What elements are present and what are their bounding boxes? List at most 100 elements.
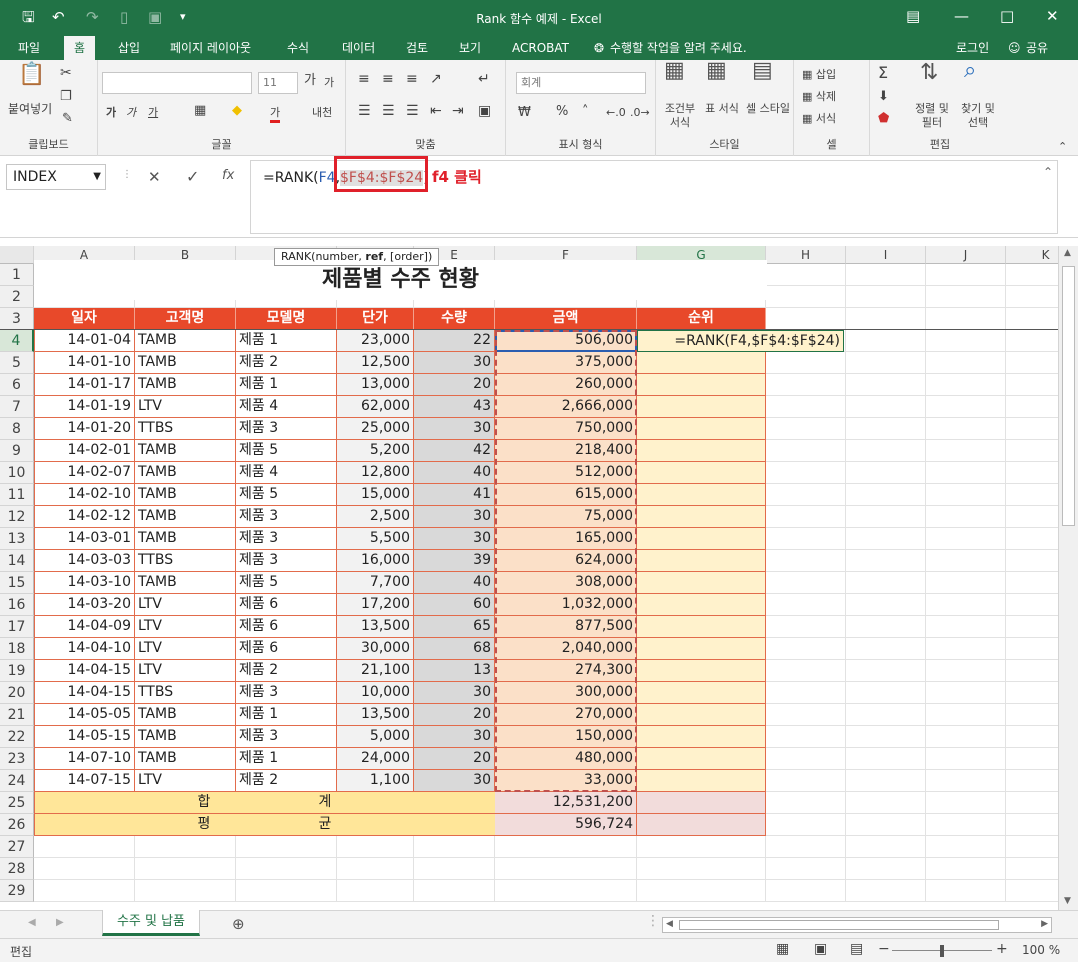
format-as-table-button[interactable]: 표 서식: [702, 102, 742, 116]
tab-acrobat[interactable]: ACROBAT: [512, 39, 569, 57]
table-cell[interactable]: 30: [414, 726, 495, 748]
table-cell[interactable]: 14-02-01: [34, 440, 135, 462]
row-header[interactable]: 22: [0, 726, 34, 748]
table-cell[interactable]: 30: [414, 506, 495, 528]
table-cell[interactable]: 62,000: [337, 396, 414, 418]
rank-cell[interactable]: [637, 506, 766, 528]
rank-cell[interactable]: [637, 374, 766, 396]
row-header[interactable]: 3: [0, 308, 34, 330]
row-header[interactable]: 6: [0, 374, 34, 396]
table-cell[interactable]: 제품 6: [236, 594, 337, 616]
rank-cell[interactable]: [637, 594, 766, 616]
number-format-box[interactable]: 회계: [516, 72, 646, 94]
table-cell[interactable]: TAMB: [135, 748, 236, 770]
collapse-ribbon-icon[interactable]: ⌃: [1058, 140, 1067, 154]
table-header-cell[interactable]: 순위: [637, 308, 766, 330]
table-cell[interactable]: 제품 3: [236, 550, 337, 572]
row-header[interactable]: 7: [0, 396, 34, 418]
table-cell[interactable]: 제품 2: [236, 352, 337, 374]
table-cell[interactable]: TAMB: [135, 352, 236, 374]
merge-center-icon[interactable]: ▣: [478, 104, 491, 118]
table-cell[interactable]: 23,000: [337, 330, 414, 352]
tab-insert[interactable]: 삽입: [118, 39, 140, 57]
table-cell[interactable]: 14-07-10: [34, 748, 135, 770]
row-header[interactable]: 21: [0, 704, 34, 726]
table-cell[interactable]: 2,500: [337, 506, 414, 528]
copy-icon[interactable]: ❐: [60, 90, 72, 104]
find-select-button[interactable]: 찾기 및 선택: [956, 102, 1000, 130]
row-header[interactable]: 26: [0, 814, 34, 836]
table-cell[interactable]: 21,100: [337, 660, 414, 682]
row-header[interactable]: 14: [0, 550, 34, 572]
close-icon[interactable]: ✕: [1046, 6, 1059, 26]
table-cell[interactable]: 41: [414, 484, 495, 506]
maximize-icon[interactable]: □: [1000, 6, 1014, 26]
table-cell[interactable]: 14-03-10: [34, 572, 135, 594]
row-header[interactable]: 20: [0, 682, 34, 704]
table-cell[interactable]: TAMB: [135, 374, 236, 396]
format-cells-button[interactable]: ▦ 서식: [802, 112, 836, 126]
summary-rank-cell[interactable]: [637, 814, 766, 836]
align-right-icon[interactable]: ☰: [406, 104, 419, 118]
cell-styles-icon[interactable]: ▤: [752, 60, 773, 82]
shrink-font-button[interactable]: 가: [324, 76, 334, 90]
table-cell[interactable]: 40: [414, 462, 495, 484]
table-header-cell[interactable]: 수량: [414, 308, 495, 330]
table-cell[interactable]: 30: [414, 418, 495, 440]
table-cell[interactable]: 14-03-03: [34, 550, 135, 572]
table-cell[interactable]: 제품 3: [236, 528, 337, 550]
table-cell[interactable]: 13: [414, 660, 495, 682]
row-header[interactable]: 19: [0, 660, 34, 682]
row-header[interactable]: 28: [0, 858, 34, 880]
insert-cells-button[interactable]: ▦ 삽입: [802, 68, 836, 82]
align-middle-icon[interactable]: ≡: [382, 72, 394, 86]
table-cell[interactable]: TAMB: [135, 704, 236, 726]
rank-cell[interactable]: [637, 638, 766, 660]
decrease-decimal-icon[interactable]: .0→: [630, 106, 650, 120]
table-cell[interactable]: 제품 3: [236, 506, 337, 528]
rank-cell[interactable]: [637, 440, 766, 462]
add-sheet-icon[interactable]: ⊕: [232, 915, 245, 933]
rank-cell[interactable]: [637, 682, 766, 704]
tab-view[interactable]: 보기: [459, 39, 481, 57]
table-cell[interactable]: 15,000: [337, 484, 414, 506]
normal-view-icon[interactable]: ▦: [776, 941, 789, 957]
row-header[interactable]: 2: [0, 286, 34, 308]
table-cell[interactable]: 13,500: [337, 616, 414, 638]
column-header[interactable]: K: [1006, 246, 1058, 264]
table-header-cell[interactable]: 모델명: [236, 308, 337, 330]
table-header-cell[interactable]: 금액: [495, 308, 637, 330]
column-header[interactable]: I: [846, 246, 926, 264]
table-cell[interactable]: TAMB: [135, 506, 236, 528]
font-color-button[interactable]: 가: [270, 106, 281, 123]
table-cell[interactable]: LTV: [135, 594, 236, 616]
autosum-icon[interactable]: Σ: [878, 65, 888, 81]
row-header[interactable]: 29: [0, 880, 34, 902]
table-cell[interactable]: TAMB: [135, 462, 236, 484]
table-cell[interactable]: 25,000: [337, 418, 414, 440]
row-header[interactable]: 13: [0, 528, 34, 550]
table-cell[interactable]: 14-01-04: [34, 330, 135, 352]
cut-icon[interactable]: ✂: [60, 66, 72, 80]
zoom-out-icon[interactable]: −: [878, 941, 890, 957]
format-table-icon[interactable]: ▦: [706, 60, 727, 82]
rank-cell[interactable]: [637, 616, 766, 638]
table-cell[interactable]: 5,000: [337, 726, 414, 748]
table-cell[interactable]: 30: [414, 528, 495, 550]
select-all-corner[interactable]: [0, 246, 34, 264]
table-cell[interactable]: 14-04-09: [34, 616, 135, 638]
table-cell[interactable]: 14-02-07: [34, 462, 135, 484]
share-button[interactable]: 공유: [1026, 39, 1048, 57]
align-top-icon[interactable]: ≡: [358, 72, 370, 86]
row-header[interactable]: 11: [0, 484, 34, 506]
table-cell[interactable]: 14-07-15: [34, 770, 135, 792]
table-cell[interactable]: TAMB: [135, 484, 236, 506]
table-cell[interactable]: 제품 4: [236, 396, 337, 418]
table-cell[interactable]: 20: [414, 704, 495, 726]
tab-review[interactable]: 검토: [406, 39, 428, 57]
conditional-format-button[interactable]: 조건부 서식: [660, 102, 700, 130]
rank-cell[interactable]: [637, 704, 766, 726]
font-size-box[interactable]: 11: [258, 72, 298, 94]
table-cell[interactable]: 14-01-17: [34, 374, 135, 396]
tab-file[interactable]: 파일: [18, 39, 40, 57]
